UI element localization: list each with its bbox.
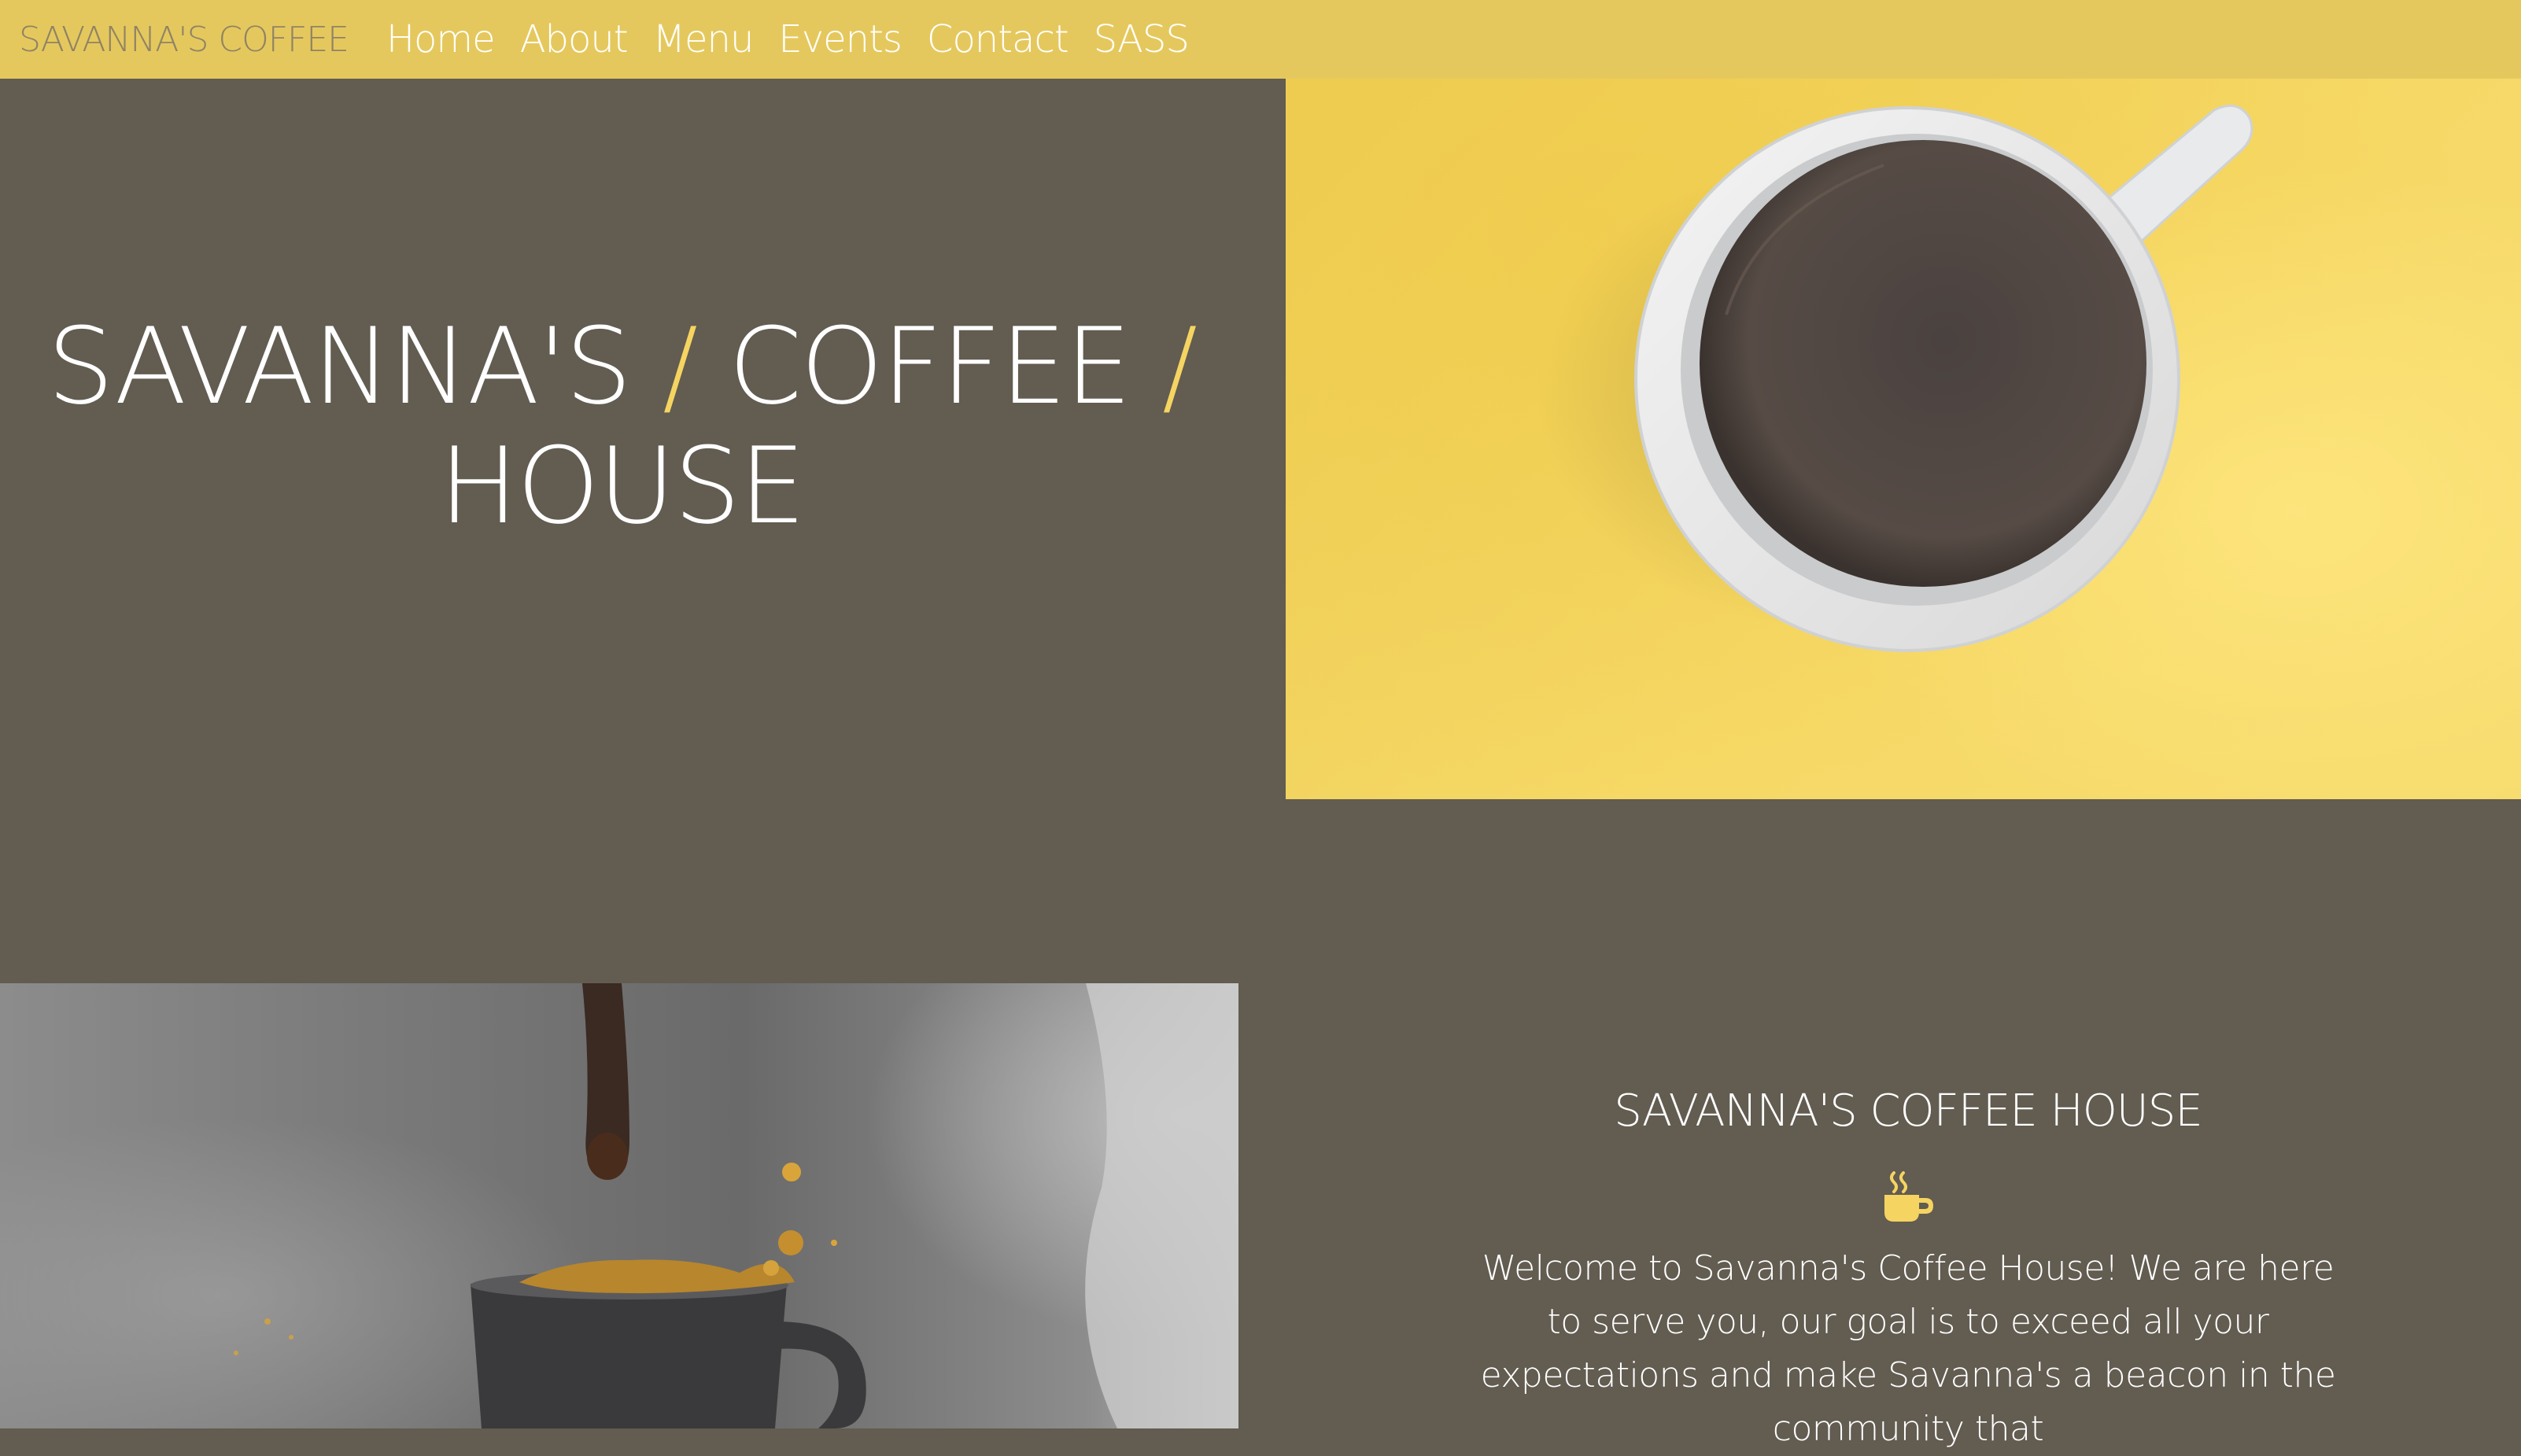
nav-link-contact[interactable]: Contact: [927, 17, 1069, 61]
hero-title-word-2: COFFEE: [728, 305, 1132, 428]
coffee-cup-illustration: [1537, 104, 2253, 652]
coffee-cup-icon: [1880, 1168, 1936, 1225]
hero-title-word-3: HOUSE: [438, 425, 806, 547]
hero-title-slash-2: /: [1161, 305, 1198, 428]
hero-coffee-cup-image: [1286, 79, 2521, 799]
coffee-pour-illustration: [234, 983, 1238, 1428]
hero-section: SAVANNA'S / COFFEE / HOUSE: [0, 79, 1286, 799]
nav-link-home[interactable]: Home: [386, 17, 496, 61]
brand-logo[interactable]: SAVANNA'S COFFEE: [19, 20, 349, 60]
welcome-title: SAVANNA'S COFFEE HOUSE: [1614, 1086, 2202, 1137]
nav-link-events[interactable]: Events: [778, 17, 902, 61]
welcome-section: SAVANNA'S COFFEE HOUSE Welcome to Savann…: [1479, 1086, 2337, 1456]
nav-link-menu[interactable]: Menu: [653, 17, 755, 61]
nav-link-sass[interactable]: SASS: [1094, 17, 1190, 61]
welcome-text: Welcome to Savanna's Coffee House! We ar…: [1480, 1248, 2336, 1449]
coffee-pour-image: [0, 983, 1238, 1428]
hero-title: SAVANNA'S / COFFEE / HOUSE: [31, 307, 1212, 546]
hero-title-word-1: SAVANNA'S: [46, 305, 632, 428]
navbar: SAVANNA'S COFFEE Home About Menu Events …: [0, 0, 2521, 79]
hero-title-slash-1: /: [663, 305, 698, 428]
nav-link-about[interactable]: About: [520, 17, 629, 61]
